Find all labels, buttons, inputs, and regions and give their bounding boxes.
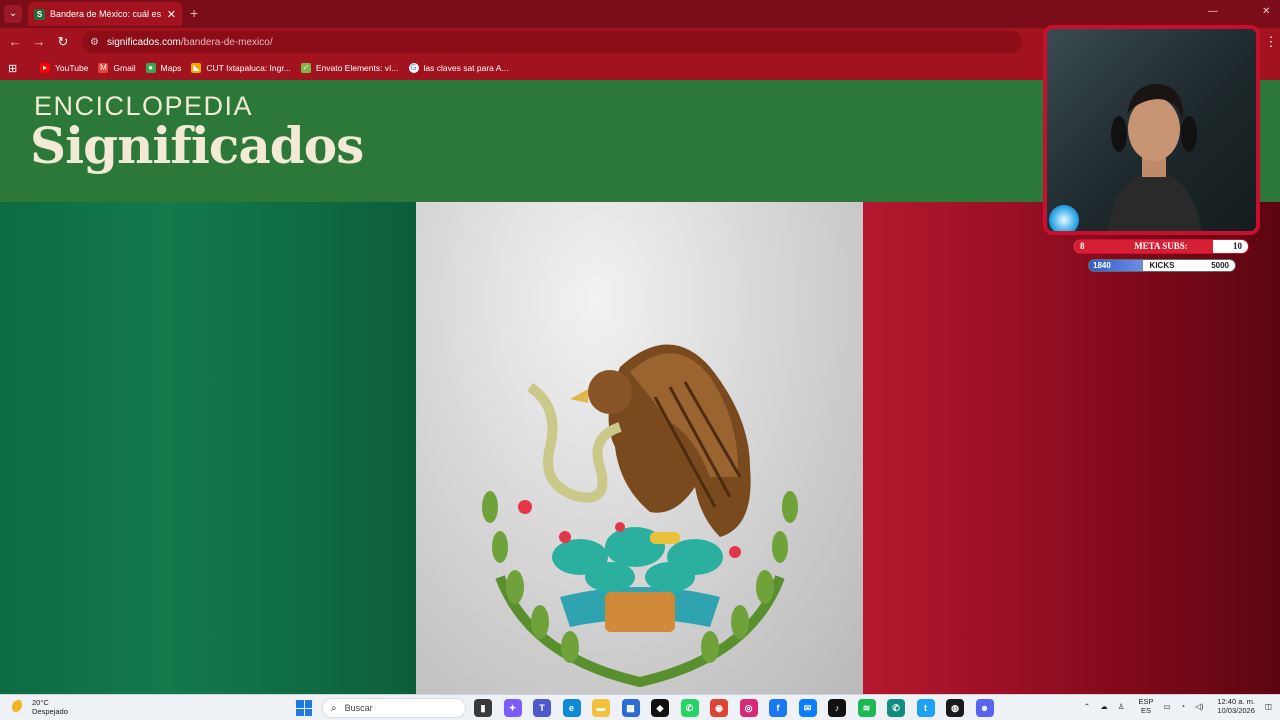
search-placeholder: Buscar	[344, 703, 373, 713]
chrome-icon[interactable]: ◉	[710, 699, 728, 717]
teams-icon[interactable]: T	[533, 699, 551, 717]
file-explorer-icon[interactable]: ▮	[474, 699, 492, 717]
windows-start-icon[interactable]	[296, 700, 312, 716]
kicks-goal: 5000	[1211, 261, 1229, 270]
messenger-icon[interactable]: ✉	[798, 699, 817, 717]
taskbar-app-icons: ▮ ✦ Te ▬ ▦ ◆ ✆ ◉ ◎ f ✉ ♪ ≋ ✆ t ◍ ☻	[474, 699, 1005, 717]
moon-weather-icon	[12, 700, 26, 714]
twitter-icon[interactable]: t	[916, 699, 935, 717]
bookmark-maps[interactable]: ● Maps	[145, 63, 182, 73]
meta-subs-goal-bar: 8 META SUBS: 10	[1073, 239, 1249, 254]
apps-grid-icon[interactable]: ⊞	[8, 62, 30, 75]
volume-icon[interactable]: ◁)	[1195, 702, 1203, 711]
bookmark-gmail[interactable]: M Gmail	[98, 63, 136, 73]
flag-red-stripe	[863, 202, 1280, 694]
weather-temp: 20°C	[32, 698, 49, 707]
close-window-icon[interactable]: ✕	[1262, 6, 1270, 17]
bookmark-label: Envato Elements: ví...	[315, 63, 399, 73]
bookmark-label: Maps	[160, 63, 182, 73]
chevron-up-icon[interactable]: ⌃	[1084, 702, 1090, 711]
minimize-icon[interactable]: —	[1208, 6, 1218, 17]
network-icon[interactable]: ☁	[1100, 702, 1108, 711]
maps-icon: ●	[145, 63, 156, 73]
forward-arrow-icon[interactable]: →	[30, 33, 48, 51]
meta-subs-goal: 10	[1233, 241, 1242, 251]
folder-icon[interactable]: ▬	[592, 699, 610, 717]
bookmark-envato[interactable]: ✓ Envato Elements: ví...	[300, 63, 399, 73]
obs-icon[interactable]: ◍	[946, 699, 964, 717]
tiktok-icon[interactable]: ♪	[828, 699, 846, 717]
clock-date: 10/03/2026	[1217, 706, 1255, 715]
kicks-goal-bar: 1840 KICKS 5000	[1088, 259, 1236, 272]
tab-search-button[interactable]: ⌄	[4, 5, 22, 23]
site-info-icon[interactable]: ⚙	[90, 37, 99, 48]
tab-bar: ⌄ S Bandera de México: cuál es su s ✕ +	[0, 0, 1280, 28]
bookmark-label: YouTube	[55, 63, 89, 73]
facebook-icon[interactable]: f	[769, 699, 787, 717]
edge-icon[interactable]: e	[562, 699, 581, 717]
whatsapp-icon[interactable]: ✆	[680, 699, 699, 717]
taskbar-search-box[interactable]: ⌕ Buscar	[322, 698, 466, 718]
discord-icon[interactable]: ☻	[975, 699, 994, 717]
bookmark-youtube[interactable]: ▸ YouTube	[40, 63, 88, 73]
tab-title: Bandera de México: cuál es su s	[50, 9, 163, 19]
search-icon: ⌕	[331, 702, 337, 714]
system-tray: ⌃ ☁ ♙ ESP ES ▭ ◔ ◁) 12:40 a. m. 10/03/20…	[1074, 697, 1272, 715]
browser-menu-icon[interactable]: ⋮	[1262, 33, 1280, 51]
store-icon[interactable]: ▦	[621, 699, 640, 717]
url-host: significados.com	[106, 36, 181, 48]
significados-favicon-icon: S	[34, 8, 45, 20]
capcut-icon[interactable]: ◆	[651, 699, 669, 717]
whatsapp-business-icon[interactable]: ✆	[887, 699, 905, 717]
back-arrow-icon[interactable]: ←	[6, 33, 24, 51]
clock-time: 12:40 a. m.	[1217, 697, 1255, 706]
bookmark-sat[interactable]: G las claves sat para A...	[408, 63, 509, 73]
browser-tab[interactable]: S Bandera de México: cuál es su s ✕	[28, 2, 182, 26]
lang-top: ESP	[1138, 697, 1154, 706]
google-icon: G	[408, 63, 419, 73]
channel-badge-icon	[1049, 205, 1079, 231]
flag-green-stripe	[0, 202, 416, 694]
meta-subs-label: META SUBS:	[1134, 241, 1188, 251]
microphone-icon[interactable]: ♙	[1118, 702, 1125, 711]
display-icon[interactable]: ▭	[1163, 702, 1170, 711]
language-indicator[interactable]: ESP ES	[1138, 697, 1153, 715]
wifi-icon[interactable]: ◔	[1181, 702, 1186, 711]
bookmark-label: CUT Ixtapaluca: Ingr...	[206, 63, 291, 73]
windows-taskbar: 20°C Despejado ⌕ Buscar ▮ ✦ Te ▬ ▦ ◆ ✆ ◉ ◎ f ✉ ♪ ≋ ✆ t…	[0, 694, 1280, 720]
copilot-icon[interactable]: ✦	[503, 699, 522, 717]
spotify-icon[interactable]: ≋	[857, 699, 876, 717]
new-tab-icon[interactable]: +	[190, 5, 198, 21]
weather-widget[interactable]: 20°C Despejado	[12, 698, 68, 716]
cut-icon: ◣	[191, 63, 202, 73]
instagram-icon[interactable]: ◎	[739, 699, 758, 717]
streamer-webcam-image	[1107, 84, 1202, 231]
url-path: /bandera-de-mexico/	[180, 36, 273, 48]
webcam-overlay	[1043, 25, 1260, 235]
weather-desc: Despejado	[32, 707, 68, 716]
mexico-flag-image	[0, 202, 1280, 694]
youtube-icon: ▸	[40, 63, 50, 73]
bookmark-label: las claves sat para A...	[423, 63, 509, 73]
lang-bottom: ES	[1140, 706, 1151, 715]
gmail-icon: M	[98, 63, 109, 73]
close-tab-icon[interactable]: ✕	[167, 8, 176, 21]
reload-icon[interactable]: ↻	[54, 33, 72, 51]
clock[interactable]: 12:40 a. m. 10/03/2026	[1217, 697, 1255, 715]
notifications-icon[interactable]: ◫	[1265, 702, 1272, 711]
logo-significados[interactable]: Significados	[30, 116, 364, 175]
coat-of-arms-eagle-icon	[482, 344, 798, 687]
envato-icon: ✓	[300, 63, 311, 73]
bookmark-label: Gmail	[113, 63, 136, 73]
address-bar[interactable]: ⚙ significados.com /bandera-de-mexico/	[82, 31, 1022, 53]
bookmark-cut[interactable]: ◣ CUT Ixtapaluca: Ingr...	[191, 63, 291, 73]
